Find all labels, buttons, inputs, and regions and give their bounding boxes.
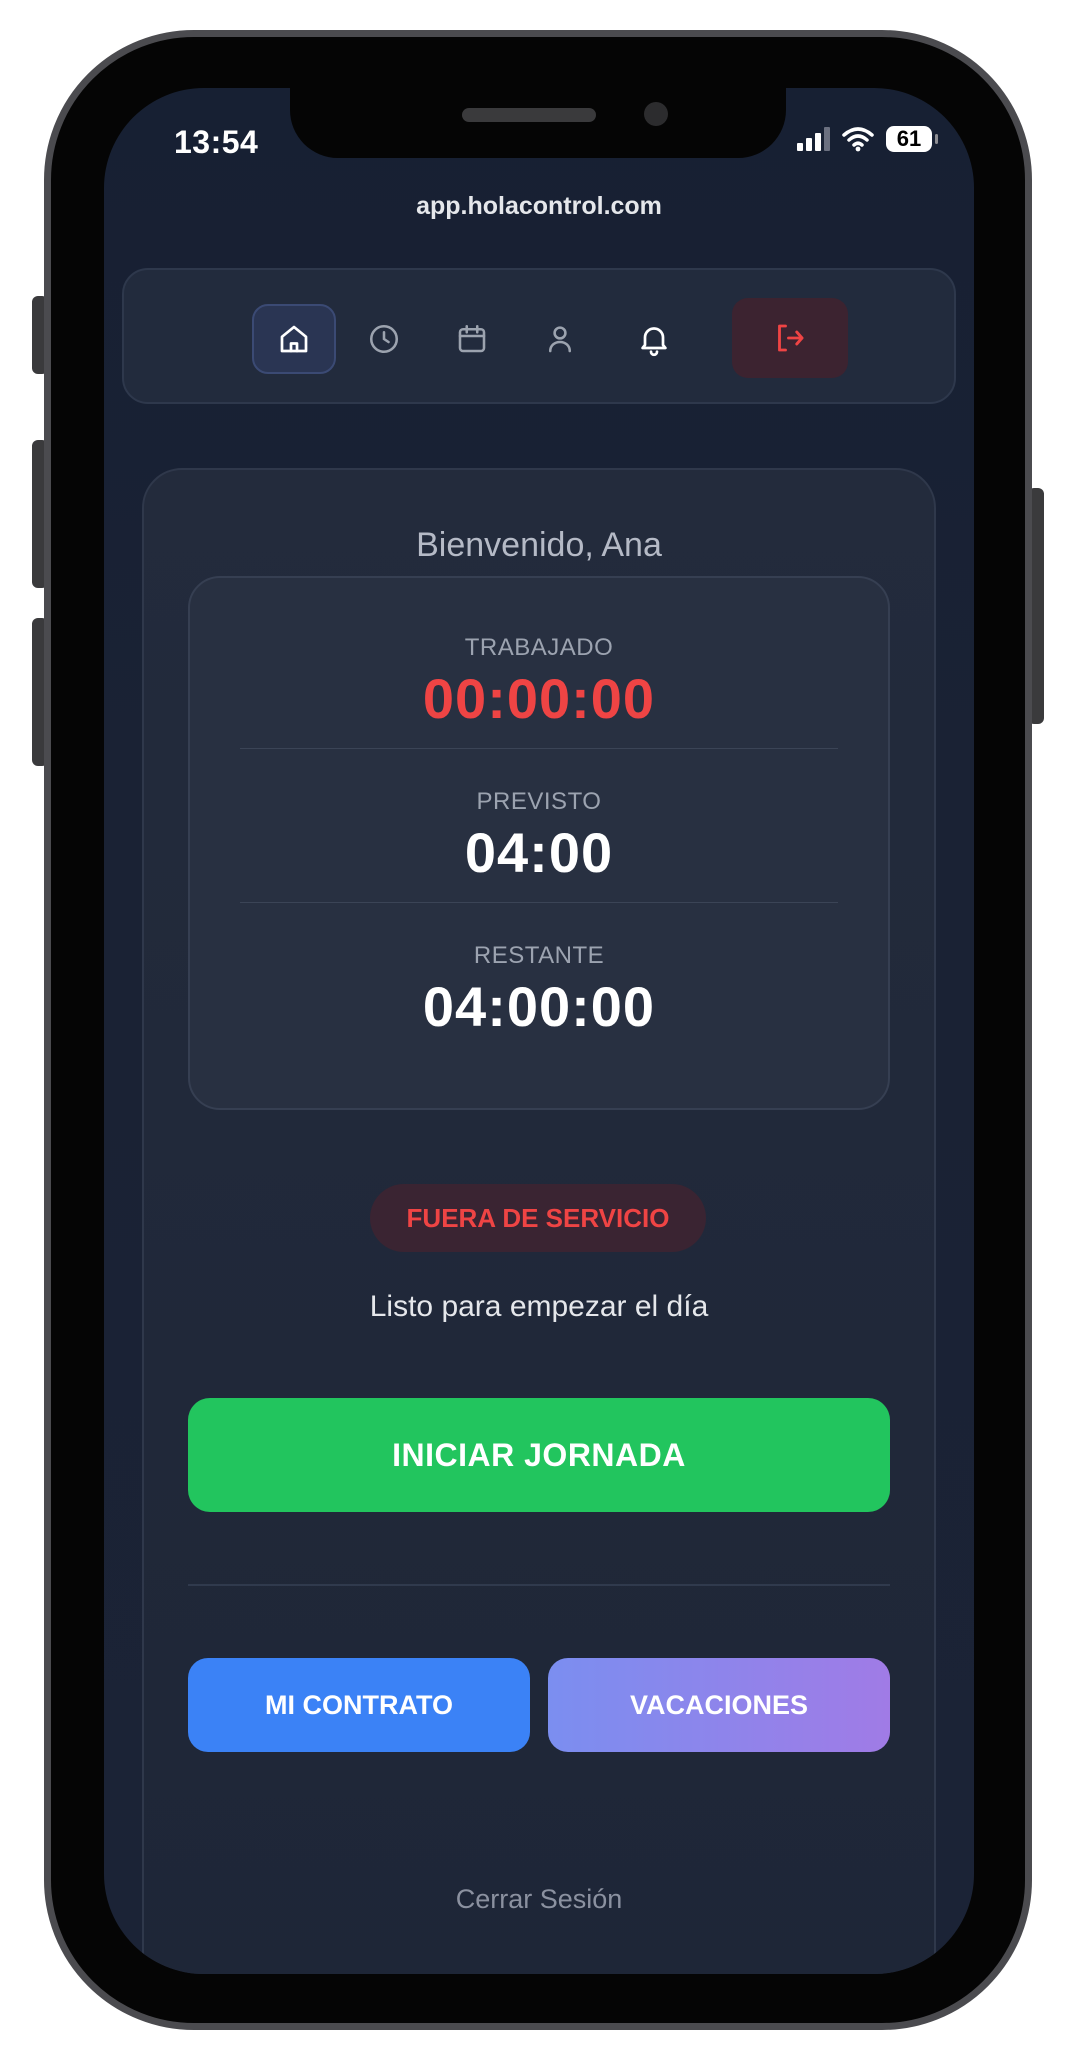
calendar-icon [458, 324, 486, 353]
phone-screen: 13:54 61 app.holacontrol.com Bienvenido,… [104, 88, 974, 1974]
speaker [462, 108, 596, 122]
nav-history[interactable] [342, 304, 426, 374]
wifi-icon [842, 127, 874, 152]
section-divider [188, 1584, 890, 1586]
timer-divider [240, 902, 838, 903]
battery-level: 61 [886, 126, 938, 152]
home-icon [280, 325, 308, 353]
notch [290, 88, 786, 158]
welcome-message: Bienvenido, Ana [416, 526, 662, 564]
timer-divider [240, 748, 838, 749]
signout-link[interactable]: Cerrar Sesión [104, 1884, 974, 1915]
start-shift-button[interactable]: INICIAR JORNADA [188, 1398, 890, 1512]
clock-icon [369, 324, 399, 354]
browser-url[interactable]: app.holacontrol.com [104, 192, 974, 221]
planned-label: PREVISTO [476, 788, 602, 815]
nav-home[interactable] [252, 304, 336, 374]
remaining-label: RESTANTE [473, 942, 605, 969]
worked-value: 00:00:00 [422, 667, 656, 730]
cellular-signal-icon [797, 127, 830, 151]
planned-value: 04:00 [464, 821, 614, 884]
nav-profile[interactable] [518, 304, 602, 374]
worked-label: TRABAJADO [464, 634, 614, 661]
remaining-value: 04:00:00 [422, 975, 656, 1038]
vacations-button[interactable]: VACACIONES [548, 1658, 890, 1752]
status-message: Listo para empezar el día [369, 1290, 709, 1323]
nav-logout[interactable] [732, 298, 848, 378]
bell-icon [641, 327, 667, 357]
nav-calendar[interactable] [430, 304, 514, 374]
device-stage: 13:54 61 app.holacontrol.com Bienvenido,… [0, 0, 1080, 2064]
my-contract-button[interactable]: MI CONTRATO [188, 1658, 530, 1752]
status-badge: FUERA DE SERVICIO [370, 1184, 706, 1252]
nav-notifications[interactable] [612, 304, 696, 374]
front-camera [644, 102, 668, 126]
status-time: 13:54 [174, 124, 259, 160]
user-icon [548, 326, 572, 353]
status-indicators: 61 [797, 126, 938, 152]
logout-icon [778, 324, 804, 352]
top-navigation [122, 268, 956, 404]
